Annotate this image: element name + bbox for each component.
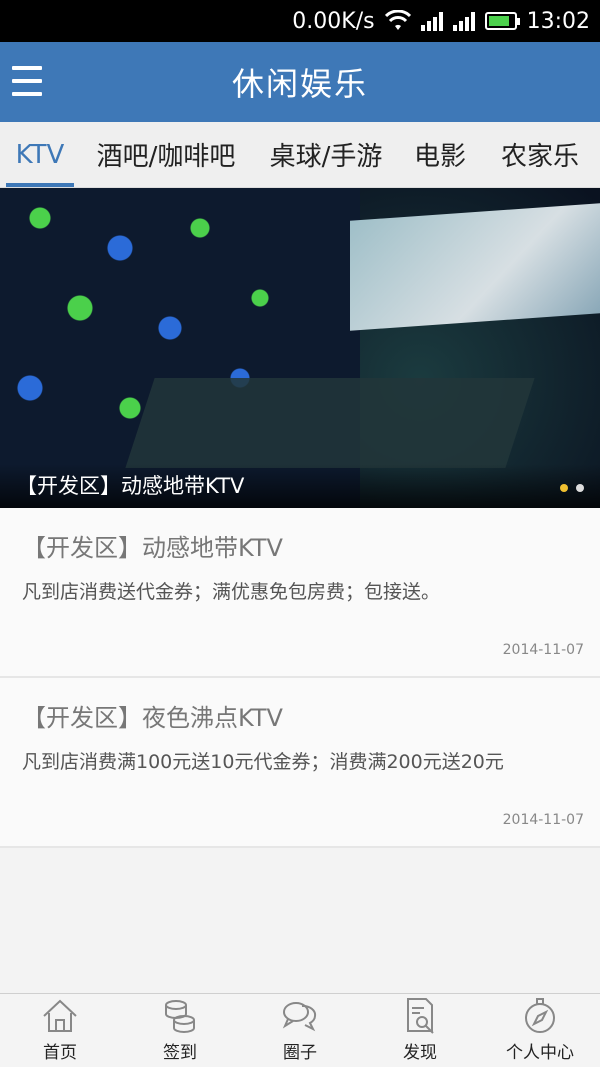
battery-icon — [484, 12, 520, 30]
chat-bubbles-icon — [282, 1002, 317, 1032]
signal-icon — [420, 11, 443, 31]
page-title: 休闲娱乐 — [231, 65, 368, 103]
nav-profile-label: 个人中心 — [506, 1043, 574, 1063]
home-icon — [43, 999, 77, 1032]
signal-icon-2 — [452, 11, 475, 31]
bottom-navigation: 首页 签到 圈子 发现 个人中心 — [0, 993, 600, 1067]
carousel-dot[interactable] — [576, 484, 584, 492]
nav-discover-label: 发现 — [403, 1043, 437, 1063]
nav-home-label: 首页 — [43, 1043, 77, 1063]
carousel-dot[interactable] — [560, 484, 568, 492]
nav-discover[interactable]: 发现 — [360, 994, 480, 1067]
title-bar: 休闲娱乐 — [0, 42, 600, 122]
tab-ktv[interactable]: KTV — [0, 122, 80, 187]
tab-billiards-games[interactable]: 桌球/手游 — [252, 122, 400, 187]
carousel-indicator — [560, 484, 584, 492]
wifi-icon — [384, 10, 411, 32]
item-title: 【开发区】动感地带KTV — [22, 534, 283, 562]
item-description: 凡到店消费送代金券；满优惠免包房费；包接送。 — [22, 581, 441, 603]
tab-farmhouse[interactable]: 农家乐 — [480, 122, 600, 187]
clock: 13:02 — [526, 8, 590, 34]
nav-checkin[interactable]: 签到 — [120, 994, 240, 1067]
item-date: 2014-11-07 — [502, 812, 584, 828]
item-description: 凡到店消费满100元送10元代金券；消费满200元送20元 — [22, 751, 504, 773]
nav-home[interactable]: 首页 — [0, 994, 120, 1067]
compass-icon — [525, 998, 555, 1033]
nav-profile[interactable]: 个人中心 — [480, 994, 600, 1067]
category-tabs: KTV 酒吧/咖啡吧 桌球/手游 电影 农家乐 — [0, 122, 600, 188]
list-item[interactable]: 【开发区】夜色沸点KTV 凡到店消费满100元送10元代金券；消费满200元送2… — [0, 678, 600, 848]
banner-image-screen — [350, 203, 600, 331]
tab-movies[interactable]: 电影 — [400, 122, 480, 187]
banner-carousel[interactable]: 【开发区】动感地带KTV — [0, 188, 600, 508]
nav-circle[interactable]: 圈子 — [240, 994, 360, 1067]
banner-image-table — [125, 378, 535, 468]
status-bar: 0.00K/s 13:02 — [0, 0, 600, 42]
coins-icon — [165, 1000, 195, 1033]
document-search-icon — [407, 998, 434, 1034]
nav-circle-label: 圈子 — [283, 1043, 317, 1063]
tab-bar-cafe[interactable]: 酒吧/咖啡吧 — [80, 122, 252, 187]
item-title: 【开发区】夜色沸点KTV — [22, 704, 283, 732]
list-item[interactable]: 【开发区】动感地带KTV 凡到店消费送代金券；满优惠免包房费；包接送。 2014… — [0, 508, 600, 678]
banner-caption: 【开发区】动感地带KTV — [16, 474, 245, 498]
nav-checkin-label: 签到 — [163, 1043, 197, 1063]
item-date: 2014-11-07 — [502, 642, 584, 658]
menu-icon[interactable] — [12, 66, 42, 96]
network-speed: 0.00K/s — [292, 8, 375, 34]
venue-list: 【开发区】动感地带KTV 凡到店消费送代金券；满优惠免包房费；包接送。 2014… — [0, 508, 600, 848]
